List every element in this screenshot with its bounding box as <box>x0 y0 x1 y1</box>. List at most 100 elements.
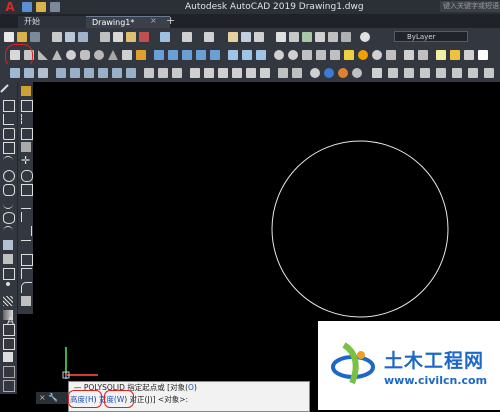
text-icon[interactable]: A <box>7 316 14 327</box>
view-back-icon[interactable] <box>260 68 270 78</box>
ucs-x-icon[interactable] <box>144 68 154 78</box>
tab-start[interactable]: 开始 <box>18 16 86 28</box>
view-left-icon[interactable] <box>218 68 228 78</box>
rectangle-icon[interactable] <box>3 142 15 154</box>
realistic-icon[interactable] <box>324 68 334 78</box>
properties-icon[interactable] <box>276 32 286 42</box>
help-icon[interactable] <box>360 32 370 42</box>
rotate-icon[interactable] <box>21 170 33 182</box>
layer-combo[interactable]: ByLayer <box>394 31 468 42</box>
3d-array-icon[interactable] <box>316 50 326 60</box>
light-icon[interactable] <box>344 50 354 60</box>
ucs-origin-icon[interactable] <box>98 68 108 78</box>
view-top-icon[interactable] <box>190 68 200 78</box>
3d-rotate-icon[interactable] <box>288 50 298 60</box>
cut-icon[interactable] <box>100 32 110 42</box>
sweep-icon[interactable] <box>182 50 192 60</box>
ucs-y-icon[interactable] <box>158 68 168 78</box>
3d-align-icon[interactable] <box>302 50 312 60</box>
extend-icon[interactable] <box>21 226 32 236</box>
quickcalc-icon[interactable] <box>341 32 351 42</box>
trim-icon[interactable] <box>21 212 32 222</box>
steering-wheel-icon[interactable] <box>484 68 494 78</box>
ellipse-arc-icon[interactable] <box>3 226 13 237</box>
layer-state-icon[interactable] <box>418 50 428 60</box>
zoom-realtime-icon[interactable] <box>241 32 251 42</box>
copy-object-icon[interactable] <box>21 100 33 112</box>
close-tab-icon[interactable]: × <box>150 16 157 25</box>
sheet-set-icon[interactable] <box>315 32 325 42</box>
named-view-icon[interactable] <box>404 68 414 78</box>
freeze-icon[interactable] <box>450 50 460 60</box>
extrude-icon[interactable] <box>154 50 164 60</box>
arc-icon[interactable] <box>3 156 13 167</box>
ellipse-icon[interactable] <box>3 212 15 224</box>
undo-icon[interactable] <box>182 32 192 42</box>
break-icon[interactable] <box>21 240 31 251</box>
view-bottom-icon[interactable] <box>204 68 214 78</box>
pyramid-icon[interactable] <box>108 50 118 60</box>
view-right-icon[interactable] <box>232 68 242 78</box>
paste-icon[interactable] <box>126 32 136 42</box>
wireframe-icon[interactable] <box>310 68 320 78</box>
sun-icon[interactable] <box>358 50 368 60</box>
autocad-logo-icon[interactable]: A <box>2 0 18 14</box>
design-center-icon[interactable] <box>289 32 299 42</box>
helix-icon[interactable] <box>122 50 132 60</box>
markup-icon[interactable] <box>328 32 338 42</box>
lock-icon[interactable] <box>464 50 474 60</box>
fillet-icon[interactable] <box>21 282 32 293</box>
table-grid-icon[interactable] <box>3 338 15 350</box>
redo-icon[interactable] <box>204 32 214 42</box>
save-icon[interactable] <box>30 32 40 42</box>
cone-icon[interactable] <box>52 50 62 60</box>
viewport-icon[interactable] <box>388 68 398 78</box>
ucs-previous-icon[interactable] <box>38 68 48 78</box>
conceptual-icon[interactable] <box>338 68 348 78</box>
multiline-icon[interactable] <box>3 366 15 378</box>
scale-icon[interactable] <box>21 184 33 196</box>
hatch-icon[interactable] <box>3 296 13 306</box>
fly-icon[interactable] <box>452 68 462 78</box>
ucs-3point-icon[interactable] <box>126 68 136 78</box>
array-icon[interactable] <box>21 142 31 152</box>
ucs-face-icon[interactable] <box>56 68 66 78</box>
slice-icon[interactable] <box>330 50 340 60</box>
wipeout-icon[interactable] <box>3 352 13 362</box>
table-icon[interactable] <box>3 268 15 280</box>
new-icon[interactable] <box>22 2 32 12</box>
boundary-icon[interactable] <box>3 380 15 392</box>
construction-line-icon[interactable] <box>3 100 15 112</box>
line-icon[interactable] <box>0 84 16 100</box>
spline-icon[interactable] <box>3 198 13 209</box>
tool-palettes-icon[interactable] <box>302 32 312 42</box>
point-icon[interactable] <box>6 282 10 286</box>
revolve-icon[interactable] <box>196 50 206 60</box>
visual-styles-icon[interactable] <box>352 68 362 78</box>
publish-icon[interactable] <box>78 32 88 42</box>
render-icon[interactable] <box>372 50 382 60</box>
materials-icon[interactable] <box>386 50 396 60</box>
copy-icon[interactable] <box>113 32 123 42</box>
se-iso-icon[interactable] <box>292 68 302 78</box>
open-icon[interactable] <box>17 32 27 42</box>
offset-icon[interactable] <box>21 128 33 140</box>
presspull-icon[interactable] <box>168 50 178 60</box>
search-input[interactable]: 键入关键字或短语 <box>440 1 500 12</box>
mirror-icon[interactable] <box>21 114 32 124</box>
camera-icon[interactable] <box>420 68 430 78</box>
3d-move-icon[interactable] <box>274 50 284 60</box>
polygon-icon[interactable] <box>3 128 15 140</box>
walk-icon[interactable] <box>436 68 446 78</box>
ucs-view-icon[interactable] <box>84 68 94 78</box>
view-manager-icon[interactable] <box>372 68 382 78</box>
command-line-handle[interactable]: × 🔧 <box>36 392 69 404</box>
insert-block-icon[interactable] <box>3 240 13 250</box>
sphere-icon[interactable] <box>66 50 76 60</box>
cylinder-icon[interactable] <box>80 50 90 60</box>
explode-icon[interactable] <box>21 296 31 306</box>
loft-icon[interactable] <box>210 50 220 60</box>
planar-surface-icon[interactable] <box>136 50 146 60</box>
torus-icon[interactable] <box>94 50 104 60</box>
print-icon[interactable] <box>52 32 62 42</box>
